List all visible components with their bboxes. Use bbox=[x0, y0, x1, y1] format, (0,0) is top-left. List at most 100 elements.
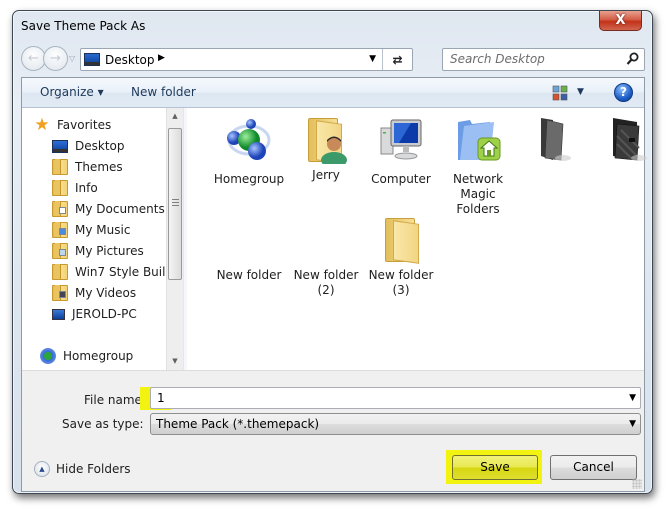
file-item-label: Computer bbox=[371, 172, 431, 186]
sidebar-item-label: My Pictures bbox=[75, 244, 144, 258]
sidebar-item-info[interactable]: Info bbox=[52, 178, 98, 198]
desktop-icon bbox=[52, 140, 68, 153]
sidebar-item-my-documents[interactable]: My Documents bbox=[52, 199, 165, 219]
file-item-label: New folder bbox=[216, 268, 282, 282]
videos-folder-icon bbox=[52, 285, 68, 301]
save-options-area: File name: ▼ Save as type: Theme Pack (*… bbox=[22, 370, 644, 491]
toolbar: Organize ▾ New folder ▼ ? bbox=[22, 78, 644, 108]
save-button[interactable]: Save bbox=[452, 455, 538, 480]
sidebar-item-homegroup[interactable]: Homegroup bbox=[40, 346, 133, 366]
search-icon[interactable] bbox=[626, 52, 639, 66]
computer-icon bbox=[52, 308, 65, 320]
file-item-new-folder-2[interactable]: New folder (2) bbox=[290, 216, 362, 298]
documents-folder-icon bbox=[52, 201, 68, 217]
sidebar-item-win7-style-builder[interactable]: Win7 Style Builder bbox=[52, 262, 166, 282]
file-item-label: New folder (3) bbox=[368, 268, 434, 297]
close-icon: X bbox=[615, 13, 626, 28]
file-name-combobox[interactable]: ▼ bbox=[150, 387, 641, 409]
breadcrumb-arrow-icon[interactable]: ▶ bbox=[158, 53, 165, 63]
sidebar-item-my-music[interactable]: My Music bbox=[52, 220, 130, 240]
help-icon[interactable]: ? bbox=[614, 83, 633, 102]
sidebar-item-label: Info bbox=[75, 181, 98, 195]
navigation-bar: ← → ▽ Desktop ▶ ▼ ⇄ bbox=[21, 46, 645, 72]
sidebar-item-label: My Music bbox=[75, 223, 131, 237]
refresh-button[interactable]: ⇄ bbox=[382, 49, 412, 70]
sidebar-item-jerold-pc[interactable]: JEROLD-PC bbox=[49, 304, 137, 324]
star-icon: ★ bbox=[34, 115, 50, 135]
pictures-folder-icon bbox=[52, 243, 68, 259]
navigation-pane: ★ Favorites Desktop Themes Info My Docum… bbox=[22, 108, 166, 370]
address-breadcrumb-desktop[interactable]: Desktop bbox=[105, 53, 155, 67]
network-magic-folder-icon bbox=[458, 120, 501, 161]
save-as-type-label: Save as type: bbox=[62, 417, 144, 431]
sidebar-item-label: JEROLD-PC bbox=[72, 307, 137, 321]
scroll-grip-icon bbox=[172, 199, 179, 207]
new-folder-button[interactable]: New folder bbox=[131, 85, 196, 99]
sidebar-item-label: Desktop bbox=[75, 139, 125, 153]
file-item-new-folder-3[interactable]: New folder (3) bbox=[365, 216, 437, 298]
dialog-body: Organize ▾ New folder ▼ ? ★ Favorites De… bbox=[21, 77, 647, 492]
file-item-network-magic-folders[interactable]: Network Magic Folders bbox=[442, 116, 514, 217]
hide-folders-label: Hide Folders bbox=[56, 462, 131, 476]
search-box[interactable] bbox=[442, 48, 645, 71]
cancel-button[interactable]: Cancel bbox=[550, 455, 637, 480]
search-input[interactable] bbox=[450, 52, 620, 66]
dark-folder-icon bbox=[541, 118, 571, 161]
folder-icon bbox=[52, 180, 68, 196]
save-dialog: Save Theme Pack As X ← → ▽ Desktop ▶ ▼ ⇄… bbox=[12, 10, 653, 494]
scroll-down-arrow-icon[interactable]: ▼ bbox=[167, 353, 183, 370]
address-bar[interactable]: Desktop ▶ ▼ ⇄ bbox=[80, 48, 413, 71]
save-as-type-dropdown-icon[interactable]: ▼ bbox=[629, 419, 636, 429]
save-as-type-select[interactable]: Theme Pack (*.themepack) ▼ bbox=[150, 413, 641, 435]
view-options-dropdown-icon[interactable]: ▼ bbox=[577, 87, 584, 97]
dark-patterned-folder-icon bbox=[613, 118, 647, 161]
change-view-icon[interactable] bbox=[552, 85, 568, 101]
save-as-type-value: Theme Pack (*.themepack) bbox=[156, 417, 320, 431]
collapse-up-icon: ▲ bbox=[34, 461, 50, 477]
homegroup-icon bbox=[40, 348, 56, 364]
sidebar-item-themes[interactable]: Themes bbox=[52, 157, 123, 177]
sidebar-item-label: Homegroup bbox=[63, 349, 134, 363]
file-item-homegroup[interactable]: Homegroup bbox=[213, 116, 285, 187]
file-item-computer[interactable]: Computer bbox=[365, 116, 437, 187]
sidebar-item-label: Win7 Style Builder bbox=[75, 265, 166, 279]
resize-grip-icon[interactable] bbox=[632, 479, 642, 489]
music-folder-icon bbox=[52, 222, 68, 238]
file-list: Homegroup Jerry Computer Network Magic F… bbox=[187, 108, 647, 370]
file-item-label: Homegroup bbox=[213, 172, 285, 186]
address-dropdown-icon[interactable]: ▼ bbox=[369, 54, 376, 64]
file-item-jerry[interactable]: Jerry bbox=[290, 116, 362, 183]
scroll-up-arrow-icon[interactable]: ▲ bbox=[167, 108, 183, 125]
sidebar-item-label: My Documents bbox=[75, 202, 165, 216]
file-name-dropdown-icon[interactable]: ▼ bbox=[629, 393, 636, 403]
forward-arrow-icon: → bbox=[50, 51, 61, 66]
forward-button[interactable]: → bbox=[43, 46, 68, 71]
sidebar-item-my-pictures[interactable]: My Pictures bbox=[52, 241, 144, 261]
sidebar-item-my-videos[interactable]: My Videos bbox=[52, 283, 136, 303]
organize-button[interactable]: Organize ▾ bbox=[40, 85, 104, 99]
homegroup-icon bbox=[227, 119, 271, 160]
folder-icon bbox=[52, 159, 68, 175]
sidebar-item-favorites[interactable]: ★ Favorites bbox=[34, 115, 111, 135]
navigation-pane-scrollbar[interactable]: ▲ ▼ bbox=[166, 108, 183, 370]
refresh-icon: ⇄ bbox=[392, 52, 403, 67]
file-item-new-folder[interactable]: New folder bbox=[213, 216, 285, 283]
file-item-dark-folder[interactable] bbox=[517, 116, 589, 172]
recent-pages-dropdown[interactable]: ▽ bbox=[69, 54, 75, 63]
back-arrow-icon: ← bbox=[28, 51, 39, 66]
folder-icon bbox=[377, 216, 425, 264]
sidebar-item-label: Themes bbox=[75, 160, 123, 174]
file-item-label: Jerry bbox=[312, 168, 340, 182]
sidebar-item-label: Favorites bbox=[57, 118, 112, 132]
file-item-dark-patterned-folder[interactable] bbox=[591, 116, 663, 172]
window-title: Save Theme Pack As bbox=[21, 19, 146, 33]
scrollbar-thumb[interactable] bbox=[168, 128, 182, 280]
file-name-label: File name: bbox=[84, 393, 146, 407]
folder-icon bbox=[52, 264, 68, 280]
hide-folders-button[interactable]: ▲ Hide Folders bbox=[34, 461, 131, 477]
file-item-label: New folder (2) bbox=[293, 268, 359, 297]
sidebar-item-desktop[interactable]: Desktop bbox=[52, 136, 125, 156]
close-button[interactable]: X bbox=[599, 11, 642, 31]
file-name-input[interactable] bbox=[157, 390, 597, 406]
sidebar-item-label: My Videos bbox=[75, 286, 137, 300]
